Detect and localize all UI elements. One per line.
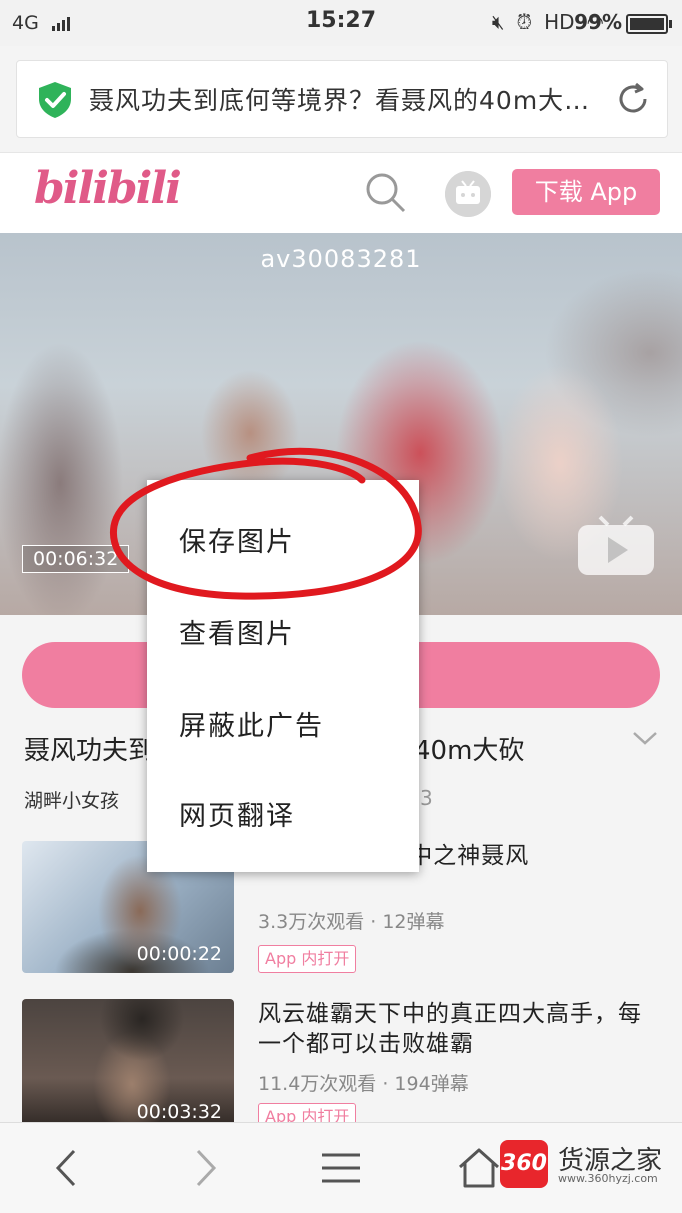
home-icon[interactable]: [456, 1145, 502, 1191]
thumbnail-duration: 00:00:22: [136, 943, 222, 965]
alarm-icon: ⏰︎: [516, 10, 533, 34]
menu-icon[interactable]: [318, 1145, 364, 1191]
forward-icon[interactable]: [182, 1145, 228, 1191]
video-duration: 00:06:32: [22, 545, 130, 573]
thumbnail-duration: 00:03:32: [136, 1101, 222, 1123]
security-shield-icon: [39, 82, 71, 118]
translate-page-item[interactable]: 网页翻译: [179, 794, 295, 833]
related-meta: 11.4万次观看 · 194弹幕: [258, 1073, 469, 1095]
save-image-item[interactable]: 保存图片: [179, 520, 295, 559]
page-title: 聂风功夫到底何等境界？看聂风的40m大…: [89, 86, 591, 115]
bilibili-logo[interactable]: bilibili: [34, 163, 182, 214]
related-title: 风云雄霸天下中的真正四大高手，每一个都可以击败雄霸: [258, 1001, 642, 1057]
back-icon[interactable]: [44, 1145, 90, 1191]
watermark-url: www.360hyzj.com: [558, 1172, 658, 1185]
reload-icon[interactable]: [615, 81, 651, 117]
tv-play-icon[interactable]: [576, 515, 656, 577]
av-id-label: av30083281: [260, 245, 422, 273]
battery-icon: [626, 14, 672, 34]
context-menu: 保存图片 查看图片 屏蔽此广告 网页翻译: [147, 480, 419, 872]
video-thumbnail[interactable]: 00:03:32: [22, 999, 234, 1131]
hd-label: HD: [544, 10, 575, 34]
site-header: bilibili 下载 App: [0, 152, 682, 233]
address-bar[interactable]: 聂风功夫到底何等境界？看聂风的40m大…: [16, 60, 668, 138]
uploader-name[interactable]: 湖畔小女孩: [24, 786, 119, 813]
status-bar: 4G 15:27 🔇︎ ⏰︎ HD ◠ 99%: [0, 0, 682, 46]
view-image-item[interactable]: 查看图片: [179, 612, 295, 651]
search-icon[interactable]: [364, 171, 408, 215]
related-meta: 3.3万次观看 · 12弹幕: [258, 911, 445, 933]
block-ad-item[interactable]: 屏蔽此广告: [179, 704, 324, 743]
user-avatar-icon[interactable]: [445, 171, 491, 217]
battery-percent: 99%: [574, 10, 622, 34]
list-item[interactable]: 00:03:32 风云雄霸天下中的真正四大高手，每一个都可以击败雄霸 11.4万…: [0, 999, 682, 1139]
chevron-down-icon[interactable]: [632, 728, 658, 748]
watermark: 360 货源之家 www.360hyzj.com: [500, 1140, 682, 1192]
download-app-button[interactable]: 下载 App: [512, 169, 660, 215]
watermark-logo: 360: [500, 1140, 548, 1188]
mute-icon: 🔇︎: [491, 10, 505, 34]
open-in-app-badge[interactable]: App 内打开: [258, 945, 357, 973]
